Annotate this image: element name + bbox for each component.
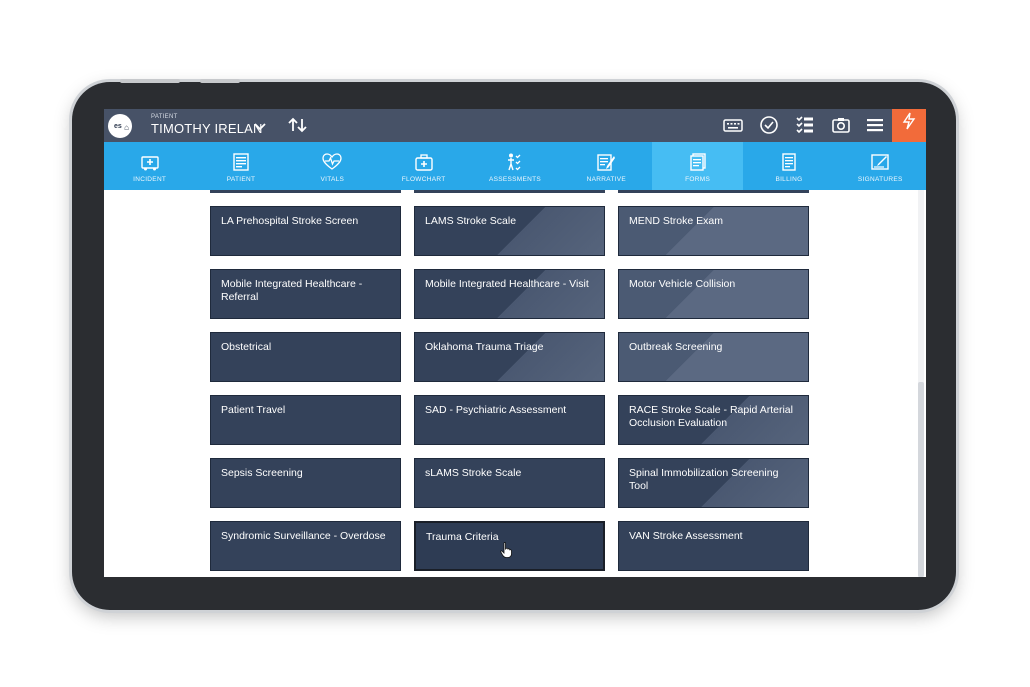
form-tile[interactable]: Motor Vehicle Collision xyxy=(618,269,809,319)
form-tile[interactable]: Spinal Immobilization Screening Tool xyxy=(618,458,809,508)
form-tile-partial[interactable] xyxy=(414,190,605,193)
nav-label: NARRATIVE xyxy=(586,175,627,183)
heartbeat-icon xyxy=(322,152,342,172)
nav-label: ASSESSMENTS xyxy=(488,175,542,183)
form-tile-label: Motor Vehicle Collision xyxy=(629,278,736,290)
nav-item-assessments[interactable]: ASSESSMENTS xyxy=(469,142,560,190)
check-circle-icon[interactable] xyxy=(758,115,780,135)
scrollbar-thumb[interactable] xyxy=(918,382,924,577)
lightning-action-button[interactable] xyxy=(892,109,926,142)
form-tile[interactable]: Obstetrical xyxy=(210,332,401,382)
nav-item-narrative[interactable]: NARRATIVE xyxy=(561,142,652,190)
billing-icon xyxy=(779,152,799,172)
nav-label: FORMS xyxy=(685,175,711,183)
form-tile[interactable]: Syndromic Surveillance - Overdose xyxy=(210,521,401,571)
sort-arrows-icon[interactable] xyxy=(287,117,309,136)
form-tile[interactable]: RACE Stroke Scale - Rapid Arterial Occlu… xyxy=(618,395,809,445)
form-tile[interactable]: LA Prehospital Stroke Screen xyxy=(210,206,401,256)
form-tile-label: LA Prehospital Stroke Screen xyxy=(221,215,359,227)
assessment-icon xyxy=(505,152,525,172)
nav-label: SIGNATURES xyxy=(857,175,903,183)
chevron-down-icon[interactable] xyxy=(254,121,266,134)
form-tile-label: Syndromic Surveillance - Overdose xyxy=(221,530,386,542)
signature-icon xyxy=(870,152,890,172)
nav-item-flowchart[interactable]: FLOWCHART xyxy=(378,142,469,190)
form-tile[interactable]: sLAMS Stroke Scale xyxy=(414,458,605,508)
nav-label: FLOWCHART xyxy=(401,175,446,183)
form-tile[interactable]: Oklahoma Trauma Triage xyxy=(414,332,605,382)
nav-item-patient[interactable]: PATIENT xyxy=(195,142,286,190)
patient-caption: PATIENT xyxy=(151,114,178,120)
form-tile[interactable]: Mobile Integrated Healthcare - Referral xyxy=(210,269,401,319)
form-tile-label: Mobile Integrated Healthcare - Referral xyxy=(221,278,363,303)
form-tile-label: Sepsis Screening xyxy=(221,467,303,479)
form-tile-label: Outbreak Screening xyxy=(629,341,723,353)
form-tile-label: Patient Travel xyxy=(221,404,286,416)
patient-card-icon xyxy=(231,152,251,172)
nav-label: VITALS xyxy=(320,175,345,183)
hand-cursor-icon xyxy=(500,542,512,558)
form-tile-partial[interactable] xyxy=(618,190,809,193)
form-tile[interactable]: Outbreak Screening xyxy=(618,332,809,382)
nav-label: PATIENT xyxy=(226,175,256,183)
camera-icon[interactable] xyxy=(830,115,852,135)
form-tile-label: RACE Stroke Scale - Rapid Arterial Occlu… xyxy=(629,404,793,429)
checklist-icon[interactable] xyxy=(794,115,816,135)
form-tile-label: LAMS Stroke Scale xyxy=(425,215,517,227)
nav-label: INCIDENT xyxy=(133,175,167,183)
tablet-button xyxy=(200,79,240,83)
form-tile-label: Oklahoma Trauma Triage xyxy=(425,341,544,353)
nav-item-billing[interactable]: BILLING xyxy=(743,142,834,190)
section-nav-bar: INCIDENT PATIENT VITALS FLOWCHART ASSESS… xyxy=(104,142,926,190)
nav-item-incident[interactable]: INCIDENT xyxy=(104,142,195,190)
nav-item-forms[interactable]: FORMS xyxy=(651,142,744,190)
form-tile[interactable]: MEND Stroke Exam xyxy=(618,206,809,256)
nav-item-vitals[interactable]: VITALS xyxy=(287,142,378,190)
form-tile-label: MEND Stroke Exam xyxy=(629,215,723,227)
ambulance-icon xyxy=(140,152,160,172)
form-tile[interactable]: LAMS Stroke Scale xyxy=(414,206,605,256)
form-tile-label: Trauma Criteria xyxy=(426,531,499,543)
medical-bag-icon xyxy=(414,152,434,172)
lightning-icon xyxy=(902,112,916,130)
form-tile-label: Spinal Immobilization Screening Tool xyxy=(629,467,779,492)
top-header-bar: eso ⌂ PATIENT TIMOTHY IRELAN xyxy=(104,109,926,142)
nav-item-signatures[interactable]: SIGNATURES xyxy=(835,142,926,190)
form-tile-label: Mobile Integrated Healthcare - Visit xyxy=(425,278,589,290)
hamburger-menu-icon[interactable] xyxy=(864,115,886,135)
form-tile-label: VAN Stroke Assessment xyxy=(629,530,743,542)
forms-list[interactable]: LA Prehospital Stroke Screen LAMS Stroke… xyxy=(104,190,926,577)
form-tile-label: Obstetrical xyxy=(221,341,272,353)
form-tile[interactable]: SAD - Psychiatric Assessment xyxy=(414,395,605,445)
patient-name[interactable]: TIMOTHY IRELAN xyxy=(151,121,263,136)
app-screen: eso ⌂ PATIENT TIMOTHY IRELAN INCIDENT PA… xyxy=(104,109,926,577)
form-tile[interactable]: Sepsis Screening xyxy=(210,458,401,508)
keyboard-icon[interactable] xyxy=(722,115,744,135)
form-tile-partial[interactable] xyxy=(210,190,401,193)
form-tile[interactable]: VAN Stroke Assessment xyxy=(618,521,809,571)
form-tile-label: sLAMS Stroke Scale xyxy=(425,467,522,479)
form-tile[interactable]: Mobile Integrated Healthcare - Visit xyxy=(414,269,605,319)
home-icon: ⌂ xyxy=(122,123,131,132)
nav-label: BILLING xyxy=(775,175,803,183)
forms-icon xyxy=(688,152,708,172)
tablet-button xyxy=(120,79,180,83)
form-tile[interactable]: Patient Travel xyxy=(210,395,401,445)
form-tile-label: SAD - Psychiatric Assessment xyxy=(425,404,567,416)
narrative-pen-icon xyxy=(596,152,616,172)
